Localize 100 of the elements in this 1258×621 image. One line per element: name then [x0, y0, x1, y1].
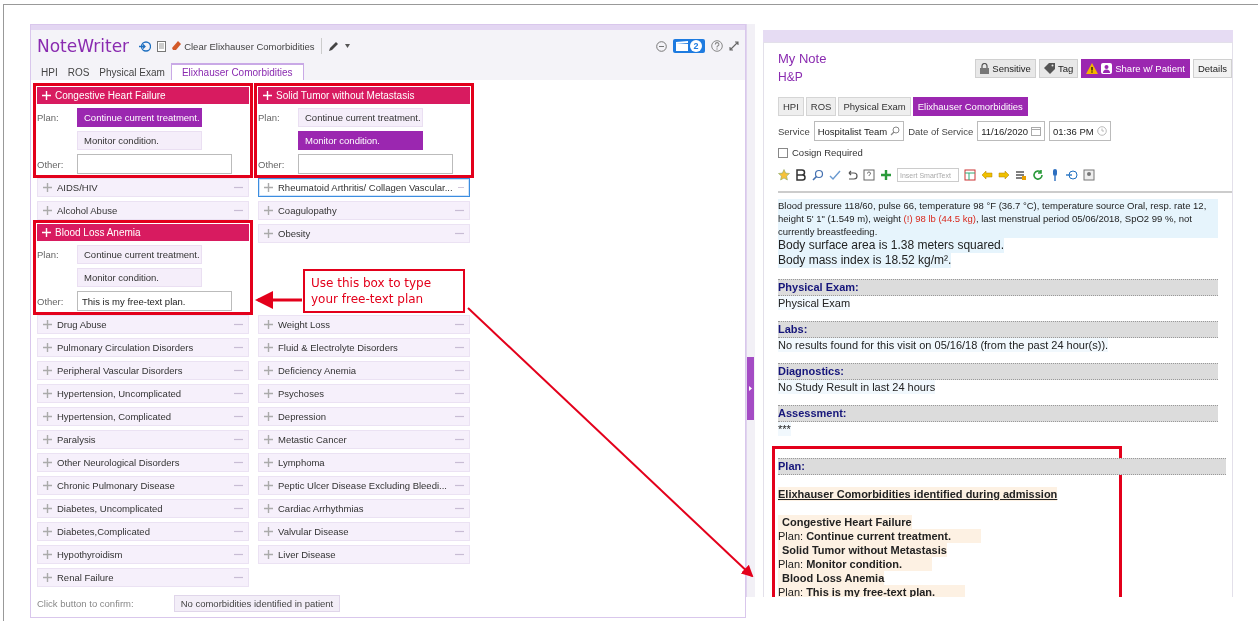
tab[interactable]: Physical Exam	[838, 97, 911, 116]
comorbidity-header[interactable]: Solid Tumor without Metastasis	[258, 87, 470, 104]
tag-icon	[1043, 63, 1055, 74]
tab[interactable]: ROS	[63, 64, 94, 80]
caret-icon[interactable]	[344, 44, 350, 48]
add-icon[interactable]	[880, 169, 892, 181]
clear-button[interactable]: Clear Elixhauser Comorbidities	[172, 40, 315, 52]
undo-icon[interactable]	[846, 169, 858, 181]
refresh-icon[interactable]	[1032, 169, 1044, 181]
expand-icon[interactable]	[729, 41, 739, 51]
comorbidity-item[interactable]: Obesity	[258, 224, 470, 243]
comorbidity-item[interactable]: Diabetes, Uncomplicated	[37, 499, 249, 518]
time-field[interactable]: 01:36 PM	[1049, 121, 1111, 141]
comorbidity-header[interactable]: Blood Loss Anemia	[37, 224, 249, 241]
help-icon[interactable]	[863, 169, 875, 181]
plan-option[interactable]: Monitor condition.	[77, 268, 202, 287]
list-icon[interactable]	[1015, 169, 1027, 181]
comorbidity-item[interactable]: Depression	[258, 407, 470, 426]
comorbidity-item[interactable]: AIDS/HIV	[37, 178, 249, 197]
lock-button[interactable]: Sensitive	[975, 59, 1036, 78]
document-icon[interactable]	[157, 40, 167, 52]
comorbidity-item[interactable]: Rheumatoid Arthritis/ Collagen Vascular...	[258, 178, 470, 197]
minus-icon	[457, 186, 464, 189]
plan-option[interactable]: Continue current treatment.	[77, 108, 202, 127]
minus-icon	[234, 507, 243, 510]
comorbidity-item[interactable]: Lymphoma	[258, 453, 470, 472]
zoom-icon[interactable]	[812, 169, 824, 181]
comorbidity-item[interactable]: Hypertension, Complicated	[37, 407, 249, 426]
plan-option[interactable]: Continue current treatment.	[298, 108, 423, 127]
bold-icon[interactable]	[795, 169, 807, 181]
comorbidity-item[interactable]: Metastic Cancer	[258, 430, 470, 449]
comorbidity-item[interactable]: Weight Loss	[258, 315, 470, 334]
spellcheck-icon[interactable]	[829, 169, 841, 181]
checkbox[interactable]	[778, 147, 788, 158]
body-surface-text: Body surface area is 1.38 meters squared.	[778, 238, 1005, 253]
comorbidity-item[interactable]: Valvular Disease	[258, 522, 470, 541]
sign-in-icon[interactable]	[139, 40, 152, 52]
plus-icon	[43, 527, 52, 536]
comorbidity-item[interactable]: Other Neurological Disorders	[37, 453, 249, 472]
comorbidity-item[interactable]: Diabetes,Complicated	[37, 522, 249, 541]
minus-icon	[234, 438, 243, 441]
minus-icon	[234, 392, 243, 395]
left-arrow-icon[interactable]	[981, 169, 993, 181]
callout-text: Use this box to type your free-text plan	[303, 269, 465, 313]
comorbidity-item[interactable]: Alcohol Abuse	[37, 201, 249, 220]
comorbidity-item[interactable]: Drug Abuse	[37, 315, 249, 334]
tab[interactable]: Elixhauser Comorbidities	[912, 97, 1028, 116]
confirm-button[interactable]: No comorbidities identified in patient	[173, 595, 341, 612]
pencil-icon[interactable]	[327, 40, 339, 52]
comorbidity-item[interactable]: Psychoses	[258, 384, 470, 403]
share-button[interactable]: Share w/ Patient	[1081, 59, 1190, 78]
video-badge[interactable]: 2	[673, 39, 705, 53]
minus-icon	[455, 369, 464, 372]
right-arrow-icon[interactable]	[998, 169, 1010, 181]
comorbidity-item[interactable]: Fluid & Electrolyte Disorders	[258, 338, 470, 357]
service-field[interactable]: Hospitalist Team	[813, 121, 905, 141]
help-icon[interactable]	[711, 40, 723, 52]
tag-button[interactable]: Tag	[1038, 59, 1079, 78]
plus-icon	[264, 320, 273, 329]
minus-icon	[455, 507, 464, 510]
comorbidity-item[interactable]: Renal Failure	[37, 568, 249, 587]
comorbidity-header[interactable]: Congestive Heart Failure	[37, 87, 249, 104]
comorbidity-item[interactable]: Deficiency Anemia	[258, 361, 470, 380]
comorbidity-item[interactable]: Cardiac Arrhythmias	[258, 499, 470, 518]
minus-icon	[234, 484, 243, 487]
details-button[interactable]: Details	[1192, 59, 1232, 78]
panel-toggle[interactable]	[747, 357, 754, 420]
minus-circle-icon[interactable]	[656, 40, 667, 52]
plus-icon	[264, 550, 273, 559]
plan-option[interactable]: Monitor condition.	[77, 131, 202, 150]
other-field[interactable]	[77, 154, 232, 174]
comorbidity-item[interactable]: Coagulopathy	[258, 201, 470, 220]
comorbidity-item[interactable]: Peripheral Vascular Disorders	[37, 361, 249, 380]
other-field[interactable]: This is my free-text plan.	[77, 291, 232, 311]
comorbidity-item[interactable]: Paralysis	[37, 430, 249, 449]
star-icon[interactable]	[778, 169, 790, 181]
other-field[interactable]	[298, 154, 453, 174]
tab[interactable]: Elixhauser Comorbidities	[170, 63, 304, 80]
plus-icon	[264, 389, 273, 398]
comorbidity-item[interactable]: Chronic Pulmonary Disease	[37, 476, 249, 495]
comorbidity-item[interactable]: Hypothyroidism	[37, 545, 249, 564]
comorbidity-item[interactable]: Liver Disease	[258, 545, 470, 564]
tab[interactable]: HPI	[778, 97, 804, 116]
comorbidity-item[interactable]: Peptic Ulcer Disease Excluding Bleedi...	[258, 476, 470, 495]
comorbidity-item[interactable]: Hypertension, Uncomplicated	[37, 384, 249, 403]
date-field[interactable]: 11/16/2020	[977, 121, 1045, 141]
comorbidity-item[interactable]: Pulmonary Circulation Disorders	[37, 338, 249, 357]
note-type: H&P	[778, 70, 804, 84]
tab[interactable]: HPI	[37, 64, 62, 80]
section-heading: Plan:	[778, 458, 1226, 475]
sign-in-icon[interactable]	[1066, 169, 1078, 181]
plan-option[interactable]: Continue current treatment.	[77, 245, 202, 264]
tab[interactable]: ROS	[805, 97, 837, 116]
table-icon[interactable]	[964, 169, 976, 181]
image-icon[interactable]	[1083, 169, 1095, 181]
plus-icon	[264, 458, 273, 467]
minus-icon	[234, 530, 243, 533]
tab[interactable]: Physical Exam	[95, 64, 169, 80]
plan-option[interactable]: Monitor condition.	[298, 131, 423, 150]
minus-icon	[455, 209, 464, 212]
